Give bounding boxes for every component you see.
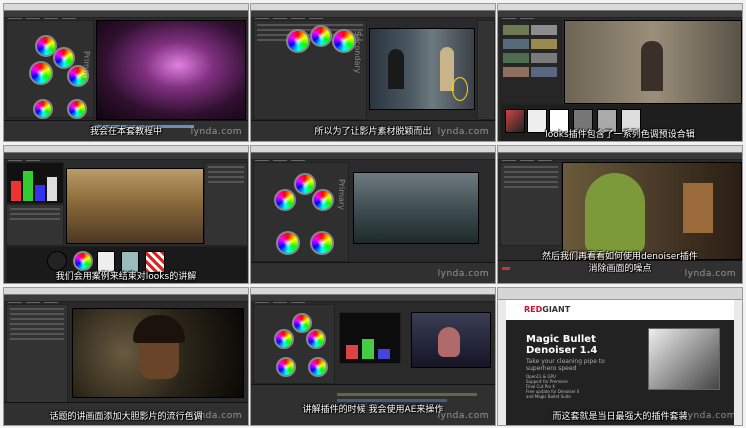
video-viewer	[369, 28, 475, 110]
toolbar	[4, 295, 248, 302]
color-panel: Primary	[253, 162, 349, 262]
color-wheel-icon[interactable]	[33, 99, 53, 119]
video-viewer	[564, 20, 742, 104]
color-panel: Secondary	[253, 20, 367, 120]
menu-bar	[4, 4, 248, 19]
color-wheel-icon[interactable]	[294, 173, 316, 195]
toolbar	[4, 11, 248, 18]
watermark: lynda.com	[190, 411, 242, 421]
subtitle: looks插件包含了一系列色调预设合辑	[545, 130, 695, 140]
color-wheel-icon[interactable]	[276, 357, 296, 377]
histogram-panel	[6, 162, 64, 204]
watermark: lynda.com	[190, 127, 242, 137]
watermark: lynda.com	[437, 411, 489, 421]
color-wheel-icon[interactable]	[274, 329, 294, 349]
site-nav: PRODUCTS BLOG	[639, 310, 712, 317]
layer-panel	[500, 162, 562, 246]
color-wheel-icon[interactable]	[67, 99, 87, 119]
side-label: Primary	[337, 179, 346, 210]
side-panel	[477, 20, 495, 120]
thumbnail-3[interactable]: looks插件包含了一系列色调预设合辑	[497, 3, 743, 142]
color-wheel-icon[interactable]	[276, 231, 300, 255]
scopes-panel	[339, 312, 401, 364]
watermark: lynda.com	[437, 127, 489, 137]
color-wheel-icon[interactable]	[29, 61, 53, 85]
menu-bar	[251, 288, 495, 303]
thumbnail-4[interactable]: 我们会用案例来结束对looks的讲解	[3, 145, 249, 284]
side-label: Secondary	[353, 31, 362, 74]
video-viewer	[96, 20, 246, 120]
watermark: lynda.com	[684, 269, 736, 279]
thumbnail-1[interactable]: Primary 我会在本套教程中 lynda.com	[3, 3, 249, 142]
layer-panel	[6, 304, 68, 404]
thumbnail-9[interactable]: REDGIANT PRODUCTS BLOG Magic Bullet Deno…	[497, 287, 743, 426]
layer-panel	[6, 204, 64, 246]
color-panel	[253, 304, 335, 384]
product-description: Take your cleaning pipe to superhero spe…	[526, 358, 605, 372]
preset-list	[500, 20, 562, 104]
watermark: lynda.com	[684, 411, 736, 421]
lens-swatch[interactable]	[47, 251, 67, 271]
color-wheel-icon[interactable]	[274, 189, 296, 211]
side-label: Primary	[82, 51, 91, 82]
thumbnail-7[interactable]: 话题的讲画面添加大胆影片的流行色调 lynda.com	[3, 287, 249, 426]
product-title: Magic Bullet Denoiser 1.4	[526, 334, 598, 356]
menu-bar	[251, 146, 495, 161]
video-viewer	[353, 172, 479, 244]
color-wheel-icon[interactable]	[306, 329, 326, 349]
product-box-image	[648, 328, 720, 390]
color-wheel-icon[interactable]	[312, 189, 334, 211]
menu-bar	[498, 146, 742, 161]
video-viewer	[562, 162, 742, 260]
menu-bar	[498, 4, 742, 19]
toolbar	[498, 11, 742, 18]
thumbnail-2[interactable]: Secondary 所以为了让影片素材脱颖而出 lynda.com	[250, 3, 496, 142]
properties-panel	[204, 162, 248, 246]
toolbar	[498, 153, 742, 160]
subtitle: 我们会用案例来结束对looks的讲解	[55, 272, 197, 282]
thumbnail-6[interactable]: 然后我们再看看如何使用denoiser插件 消除画面的噪点 lynda.com	[497, 145, 743, 284]
toolbar	[4, 153, 248, 160]
thumbnail-8[interactable]: 讲解插件的时候 我会使用AE来操作 lynda.com	[250, 287, 496, 426]
menu-bar	[251, 4, 495, 19]
menu-bar	[4, 146, 248, 161]
color-wheel-icon[interactable]	[310, 231, 334, 255]
nav-blog[interactable]: BLOG	[694, 310, 712, 317]
toolbar	[251, 295, 495, 302]
video-viewer	[72, 308, 244, 398]
feature-list: OpenCL & GPU Support for Premiere Final …	[526, 374, 580, 399]
watermark: lynda.com	[437, 269, 489, 279]
nav-products[interactable]: PRODUCTS	[647, 310, 684, 317]
browser-toolbar	[498, 288, 742, 300]
video-viewer	[411, 312, 491, 368]
color-wheel-icon[interactable]	[73, 251, 93, 271]
color-wheel-icon[interactable]	[286, 29, 310, 53]
thumbnail-grid: Primary 我会在本套教程中 lynda.com Secondary 所以为…	[3, 3, 743, 426]
color-wheel-icon[interactable]	[308, 357, 328, 377]
color-wheel-icon[interactable]	[310, 25, 332, 47]
toolbar	[251, 11, 495, 18]
menu-bar	[4, 288, 248, 303]
video-viewer	[66, 168, 204, 244]
thumbnail-5[interactable]: Primary lynda.com	[250, 145, 496, 284]
site-logo[interactable]: REDGIANT	[524, 305, 570, 314]
toolbar	[251, 153, 495, 160]
color-panel: Primary	[6, 20, 94, 119]
